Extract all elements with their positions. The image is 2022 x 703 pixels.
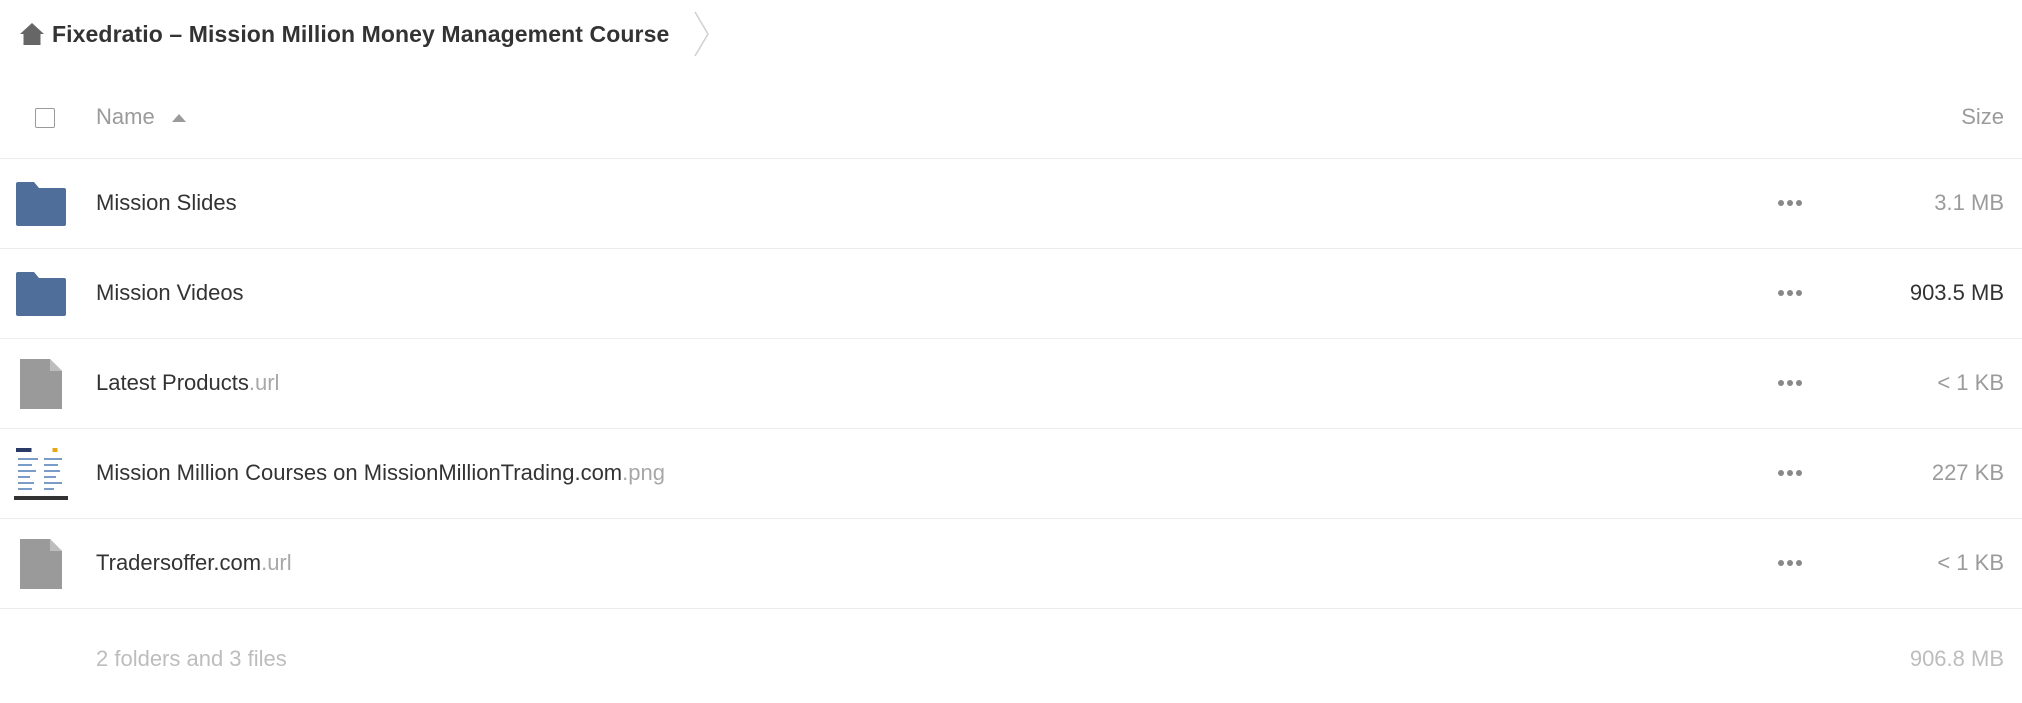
file-icon[interactable] <box>14 359 68 409</box>
file-name[interactable]: Mission Videos <box>96 280 244 306</box>
table-row[interactable]: Mission Slides 3.1 MB <box>0 159 2022 249</box>
file-list: Mission Slides 3.1 MB Mission Videos 903… <box>0 159 2022 609</box>
file-browser: Fixedratio – Mission Million Money Manag… <box>0 0 2022 703</box>
more-actions-icon[interactable] <box>1775 371 1805 395</box>
table-header: Name Size <box>0 78 2022 159</box>
table-row[interactable]: Latest Products.url < 1 KB <box>0 339 2022 429</box>
more-actions-icon[interactable] <box>1775 461 1805 485</box>
more-actions-icon[interactable] <box>1775 281 1805 305</box>
folder-icon[interactable] <box>14 269 68 319</box>
table-row[interactable]: Tradersoffer.com.url < 1 KB <box>0 519 2022 609</box>
breadcrumb-current-folder[interactable]: Fixedratio – Mission Million Money Manag… <box>52 21 669 48</box>
summary-total-size: 906.8 MB <box>1909 646 2004 671</box>
folder-summary: 2 folders and 3 files 906.8 MB <box>0 632 2022 682</box>
file-name[interactable]: Mission Million Courses on MissionMillio… <box>96 460 665 486</box>
breadcrumb: Fixedratio – Mission Million Money Manag… <box>18 8 711 60</box>
image-thumbnail[interactable] <box>14 446 68 502</box>
breadcrumb-separator-icon <box>694 11 710 57</box>
file-name[interactable]: Latest Products.url <box>96 370 279 396</box>
select-all-checkbox[interactable] <box>35 108 55 128</box>
file-name[interactable]: Tradersoffer.com.url <box>96 550 292 576</box>
column-header-size[interactable]: Size <box>1961 104 2004 130</box>
file-size: 903.5 MB <box>1909 280 2004 305</box>
file-size: 227 KB <box>1931 460 2004 485</box>
file-size: 3.1 MB <box>1934 190 2004 215</box>
file-name[interactable]: Mission Slides <box>96 190 237 216</box>
file-size: < 1 KB <box>1937 370 2004 395</box>
more-actions-icon[interactable] <box>1775 191 1805 215</box>
more-actions-icon[interactable] <box>1775 551 1805 575</box>
table-row[interactable]: Mission Million Courses on MissionMillio… <box>0 429 2022 519</box>
file-icon[interactable] <box>14 539 68 589</box>
summary-count: 2 folders and 3 files <box>96 646 287 671</box>
home-icon[interactable] <box>18 21 46 47</box>
file-size: < 1 KB <box>1937 550 2004 575</box>
table-row[interactable]: Mission Videos 903.5 MB <box>0 249 2022 339</box>
column-header-name[interactable]: Name <box>96 104 155 130</box>
sort-ascending-icon[interactable] <box>172 114 186 122</box>
folder-icon[interactable] <box>14 179 68 229</box>
